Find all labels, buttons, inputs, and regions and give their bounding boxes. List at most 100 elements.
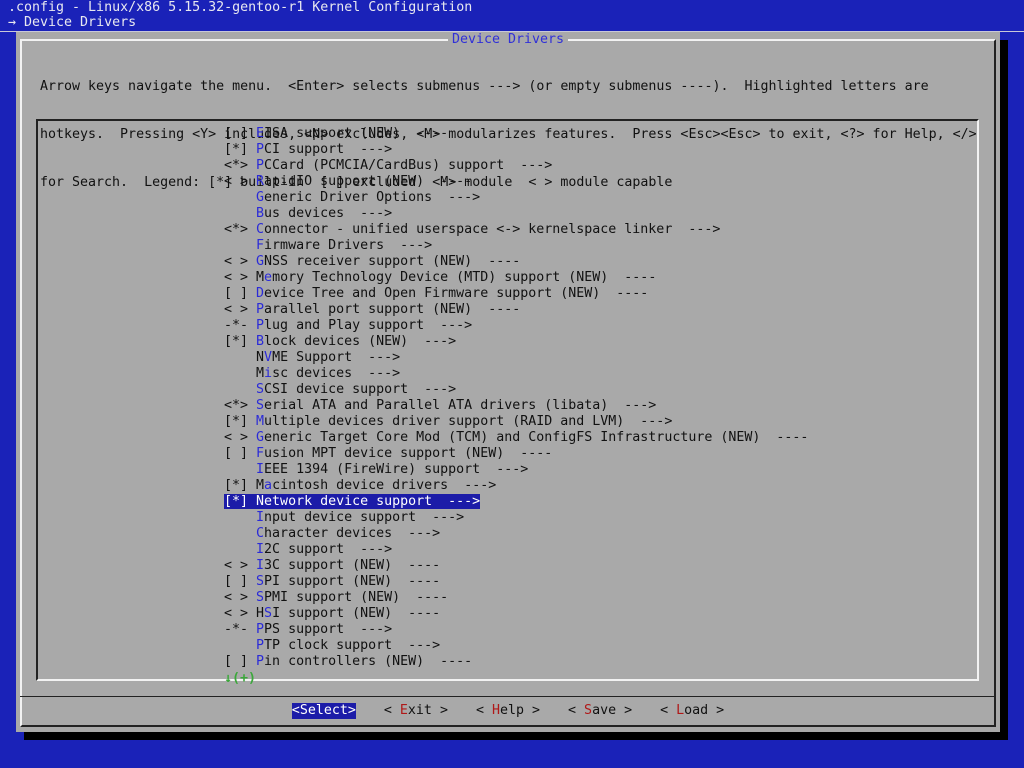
menu-item[interactable]: <*> PCCard (PCMCIA/CardBus) support ---> xyxy=(224,158,808,174)
menu-item-state xyxy=(224,542,256,557)
menu-item-hotkey: e xyxy=(264,270,273,285)
load-button[interactable]: < Load > xyxy=(660,703,724,719)
button-hotkey: L xyxy=(676,703,685,718)
menu-item-text: I support (NEW) ---- xyxy=(272,606,441,621)
menu-item-body: [*] PCI support ---> xyxy=(224,142,392,157)
button-text: oad xyxy=(684,703,709,718)
menu-item-hotkey: G xyxy=(256,430,265,445)
menu-item-state: [*] xyxy=(224,494,257,509)
dialog-shadow-right xyxy=(1000,40,1008,740)
menu-item[interactable]: PTP clock support ---> xyxy=(224,638,808,654)
menu-item-hotkey: I xyxy=(256,462,265,477)
menu-item[interactable]: <*> Serial ATA and Parallel ATA drivers … xyxy=(224,398,808,414)
button-text: elp xyxy=(499,703,525,718)
menu-item[interactable]: < > I3C support (NEW) ---- xyxy=(224,558,808,574)
menu-item[interactable]: < > HSI support (NEW) ---- xyxy=(224,606,808,622)
menu-item-hotkey: I xyxy=(256,542,265,557)
menu-list: [ ] EISA support (NEW) ---- [*] PCI suppo… xyxy=(224,126,808,670)
help-button[interactable]: < Help > xyxy=(476,703,540,719)
menu-item[interactable]: Input device support ---> xyxy=(224,510,808,526)
menu-item[interactable]: I2C support ---> xyxy=(224,542,808,558)
menu-item-text: apidIO support (NEW) ---- xyxy=(264,174,473,189)
menu-item-hotkey: S xyxy=(264,606,273,621)
exit-button[interactable]: < Exit > xyxy=(384,703,448,719)
menu-item-state xyxy=(224,638,256,653)
menu-item[interactable]: Misc devices ---> xyxy=(224,366,808,382)
menu-item[interactable]: [ ] EISA support (NEW) ---- xyxy=(224,126,808,142)
menu-item[interactable]: IEEE 1394 (FireWire) support ---> xyxy=(224,462,808,478)
menu-item-state: [ ] xyxy=(224,286,257,301)
menu-item[interactable]: -*- Plug and Play support ---> xyxy=(224,318,808,334)
menu-item-text: mory Technology Device (MTD) support (NE… xyxy=(272,270,657,285)
menu-item[interactable]: Character devices ---> xyxy=(224,526,808,542)
menu-item-state: <*> xyxy=(224,222,257,237)
menu-item-text: M xyxy=(256,478,265,493)
save-button[interactable]: < Save > xyxy=(568,703,632,719)
menu-item-state: [ ] xyxy=(224,654,257,669)
menu-item[interactable]: <*> Connector - unified userspace <-> ke… xyxy=(224,222,808,238)
menu-item[interactable]: < > SPMI support (NEW) ---- xyxy=(224,590,808,606)
menu-item[interactable]: [*] PCI support ---> xyxy=(224,142,808,158)
menu-item-hotkey: P xyxy=(256,654,265,669)
button-bar-divider xyxy=(20,696,996,697)
menu-item-state xyxy=(224,510,256,525)
menu-item-text: PMI support (NEW) ---- xyxy=(264,590,449,605)
menu-item[interactable]: -*- PPS support ---> xyxy=(224,622,808,638)
menu-item[interactable]: Generic Driver Options ---> xyxy=(224,190,808,206)
menu-item-hotkey: P xyxy=(256,318,265,333)
menu-item-state: < > xyxy=(224,606,257,621)
menu-item-text: ultiple devices driver support (RAID and… xyxy=(264,414,673,429)
menu-item[interactable]: Bus devices ---> xyxy=(224,206,808,222)
select-button[interactable]: <Select> xyxy=(291,703,356,719)
menu-item[interactable]: [*] Network device support ---> xyxy=(224,494,808,510)
menu-item-state: < > xyxy=(224,558,257,573)
menu-item[interactable]: < > Memory Technology Device (MTD) suppo… xyxy=(224,270,808,286)
menu-item[interactable]: [ ] Fusion MPT device support (NEW) ---- xyxy=(224,446,808,462)
menu-item-text: CI support ---> xyxy=(264,142,393,157)
menu-item-body: [ ] Fusion MPT device support (NEW) ---- xyxy=(224,446,552,461)
menu-item-hotkey: P xyxy=(256,638,265,653)
menu-item[interactable]: < > Generic Target Core Mod (TCM) and Co… xyxy=(224,430,808,446)
menu-item-hotkey: a xyxy=(264,478,273,493)
menu-item-state xyxy=(224,238,256,253)
menu-item-text: us devices ---> xyxy=(264,206,393,221)
menu-item-text: cintosh device drivers ---> xyxy=(272,478,497,493)
menu-item[interactable]: [*] Multiple devices driver support (RAI… xyxy=(224,414,808,430)
menu-item[interactable]: [ ] Device Tree and Open Firmware suppor… xyxy=(224,286,808,302)
menu-item[interactable]: SCSI device support ---> xyxy=(224,382,808,398)
button-text: < xyxy=(568,703,585,718)
menu-item[interactable]: NVME Support ---> xyxy=(224,350,808,366)
menu-item-text: H xyxy=(256,606,265,621)
menu-item-body: [ ] SPI support (NEW) ---- xyxy=(224,574,440,589)
menu-item[interactable]: Firmware Drivers ---> xyxy=(224,238,808,254)
menu-item-text: M xyxy=(256,270,265,285)
menu-item[interactable]: < > RapidIO support (NEW) ---- xyxy=(224,174,808,190)
button-hotkey: S xyxy=(299,703,308,718)
menu-item[interactable]: [*] Block devices (NEW) ---> xyxy=(224,334,808,350)
menu-item-body: < > GNSS receiver support (NEW) ---- xyxy=(224,254,520,269)
button-hotkey: E xyxy=(399,703,408,718)
menu-item[interactable]: [*] Macintosh device drivers ---> xyxy=(224,478,808,494)
menu-item-body: < > Memory Technology Device (MTD) suppo… xyxy=(224,270,656,285)
menu-item-text: ISA support (NEW) ---- xyxy=(264,126,449,141)
menu-item-text: TP clock support ---> xyxy=(264,638,441,653)
menu-item[interactable]: < > GNSS receiver support (NEW) ---- xyxy=(224,254,808,270)
menu-item-text: CCard (PCMCIA/CardBus) support ---> xyxy=(264,158,553,173)
menu-item-hotkey: S xyxy=(256,590,265,605)
menu-item-hotkey: F xyxy=(256,446,265,461)
menu-item-state: [ ] xyxy=(224,126,257,141)
menu-item-state xyxy=(224,206,256,221)
menu-item-hotkey: I xyxy=(256,510,265,525)
menu-item-text: haracter devices ---> xyxy=(264,526,441,541)
menu-item[interactable]: < > Parallel port support (NEW) ---- xyxy=(224,302,808,318)
menu-item-hotkey: P xyxy=(256,622,265,637)
help-line: Arrow keys navigate the menu. <Enter> se… xyxy=(40,79,929,94)
menu-item-hotkey: S xyxy=(256,382,265,397)
menu-item-hotkey: B xyxy=(256,334,265,349)
menu-item[interactable]: [ ] Pin controllers (NEW) ---- xyxy=(224,654,808,670)
menu-item-text: onnector - unified userspace <-> kernels… xyxy=(264,222,721,237)
menu-item-text: N xyxy=(256,350,265,365)
menu-item-body: NVME Support ---> xyxy=(224,350,400,365)
menu-item-text: sc devices ---> xyxy=(272,366,401,381)
menu-item[interactable]: [ ] SPI support (NEW) ---- xyxy=(224,574,808,590)
